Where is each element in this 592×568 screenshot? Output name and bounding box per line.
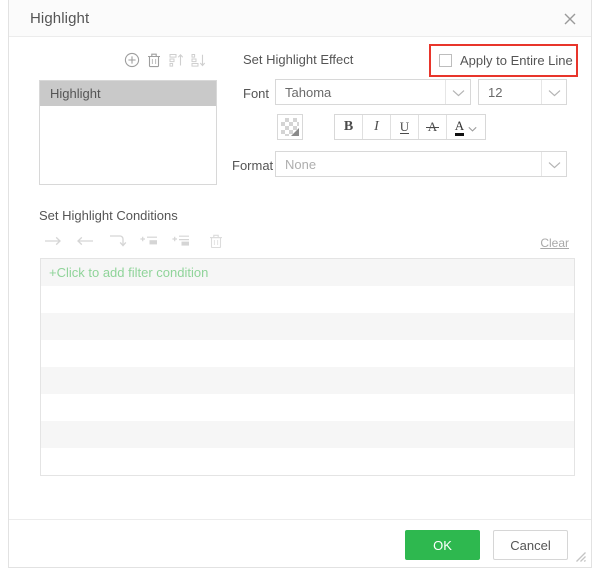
- add-circle-icon[interactable]: [121, 49, 143, 71]
- resize-grip-icon[interactable]: [573, 549, 587, 563]
- chevron-down-icon[interactable]: [541, 80, 566, 104]
- ok-button[interactable]: OK: [405, 530, 480, 560]
- condition-empty-row[interactable]: [41, 286, 574, 313]
- strikethrough-icon[interactable]: A: [419, 115, 447, 139]
- condition-empty-row[interactable]: [41, 421, 574, 448]
- list-item[interactable]: Highlight: [40, 81, 216, 106]
- font-size-select[interactable]: 12: [478, 79, 567, 105]
- transparent-swatch-icon[interactable]: [277, 114, 303, 140]
- underline-icon[interactable]: U: [391, 115, 419, 139]
- font-family-value: Tahoma: [285, 85, 332, 100]
- trash-icon[interactable]: [143, 49, 165, 71]
- highlight-dialog: Highlight Highlight Set Highlight Effect…: [8, 0, 592, 568]
- sort-ascending-icon[interactable]: [165, 49, 187, 71]
- font-size-value: 12: [488, 85, 503, 100]
- condition-empty-row[interactable]: [41, 448, 574, 475]
- bold-icon[interactable]: B: [335, 115, 363, 139]
- add-filter-condition-label: +Click to add filter condition: [49, 265, 209, 280]
- format-select[interactable]: None: [275, 151, 567, 177]
- sort-descending-icon[interactable]: [187, 49, 209, 71]
- dialog-title: Highlight: [30, 10, 90, 27]
- set-highlight-conditions-title: Set Highlight Conditions: [39, 208, 178, 223]
- font-family-select[interactable]: Tahoma: [275, 79, 471, 105]
- add-filter-condition-row[interactable]: +Click to add filter condition: [41, 259, 574, 286]
- format-value: None: [285, 157, 317, 172]
- apply-to-entire-line-label: Apply to Entire Line: [460, 52, 573, 68]
- clear-conditions-link[interactable]: Clear: [540, 236, 569, 250]
- condition-empty-row[interactable]: [41, 394, 574, 421]
- set-highlight-effect-title: Set Highlight Effect: [243, 52, 354, 67]
- apply-to-entire-line-row[interactable]: Apply to Entire Line: [439, 52, 573, 68]
- chevron-down-icon[interactable]: [541, 152, 566, 176]
- font-label: Font: [243, 86, 270, 101]
- close-icon[interactable]: [559, 8, 581, 30]
- font-color-glyph: A: [454, 119, 465, 136]
- text-style-button-group: B I U A A: [334, 114, 486, 140]
- trash-icon[interactable]: [204, 230, 228, 252]
- return-arrow-icon[interactable]: [105, 230, 129, 252]
- cancel-button[interactable]: Cancel: [493, 530, 568, 560]
- underline-glyph: U: [399, 118, 410, 135]
- chevron-down-icon[interactable]: [468, 120, 477, 135]
- add-group-icon[interactable]: [169, 230, 193, 252]
- conditions-panel[interactable]: +Click to add filter condition: [40, 258, 575, 476]
- chevron-down-icon[interactable]: [445, 80, 470, 104]
- strikethrough-glyph: A: [425, 119, 440, 134]
- apply-to-entire-line-checkbox[interactable]: [439, 53, 452, 67]
- add-condition-icon[interactable]: [137, 230, 161, 252]
- condition-empty-row[interactable]: [41, 313, 574, 340]
- font-color-icon[interactable]: A: [447, 115, 485, 139]
- italic-icon[interactable]: I: [363, 115, 391, 139]
- highlight-list[interactable]: Highlight: [39, 80, 217, 185]
- footer-divider: [9, 519, 591, 520]
- arrow-left-icon[interactable]: [73, 230, 97, 252]
- italic-glyph: I: [374, 119, 379, 134]
- conditions-toolbar: [41, 230, 241, 252]
- swatch-fill: [281, 118, 299, 136]
- list-toolbar: [121, 49, 221, 71]
- condition-empty-row[interactable]: [41, 367, 574, 394]
- format-label: Format: [232, 158, 274, 173]
- arrow-right-icon[interactable]: [41, 230, 65, 252]
- dialog-titlebar: Highlight: [9, 0, 591, 37]
- condition-empty-row[interactable]: [41, 340, 574, 367]
- bold-glyph: B: [343, 119, 354, 134]
